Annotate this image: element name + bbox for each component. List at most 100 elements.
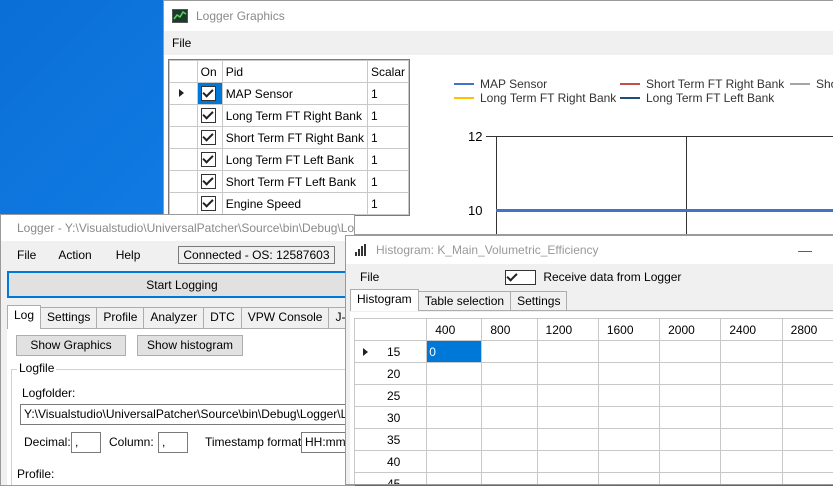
histogram-cell[interactable]	[427, 363, 482, 385]
histogram-row[interactable]: 40	[355, 451, 833, 473]
row-header[interactable]: 20	[355, 363, 427, 385]
pid-scalar[interactable]: 1	[367, 149, 408, 171]
histogram-cell[interactable]	[721, 363, 782, 385]
tab-vpw-console[interactable]: VPW Console	[241, 307, 330, 328]
histogram-menu-file[interactable]: File	[346, 270, 387, 284]
column-header[interactable]: 1200	[537, 319, 598, 341]
pid-name[interactable]: MAP Sensor	[222, 83, 367, 105]
receive-data-checkbox[interactable]	[505, 270, 536, 285]
pid-name[interactable]: Short Term FT Right Bank	[222, 127, 367, 149]
histogram-row[interactable]: 15 0	[355, 341, 833, 363]
histogram-cell[interactable]	[660, 451, 721, 473]
histogram-cell[interactable]	[482, 473, 537, 486]
row-header[interactable]: 15	[355, 341, 427, 363]
pid-scalar[interactable]: 1	[367, 105, 408, 127]
pid-on-checkbox[interactable]	[197, 83, 222, 105]
histogram-cell[interactable]: 0	[427, 341, 482, 363]
histogram-cell[interactable]	[427, 473, 482, 486]
pid-row[interactable]: Short Term FT Right Bank 1	[170, 127, 409, 149]
column-header[interactable]: 400	[427, 319, 482, 341]
histogram-cell[interactable]	[598, 451, 659, 473]
histogram-cell[interactable]	[782, 429, 833, 451]
column-header[interactable]: 2800	[782, 319, 833, 341]
histogram-cell[interactable]	[537, 473, 598, 486]
graphics-menu-file[interactable]: File	[164, 36, 199, 50]
graph-area[interactable]: MAP Sensor Short Term FT Right Bank Sho …	[416, 59, 833, 234]
histogram-cell[interactable]	[721, 341, 782, 363]
histogram-row[interactable]: 25	[355, 385, 833, 407]
tab-settings[interactable]: Settings	[40, 307, 97, 328]
pid-row[interactable]: Engine Speed 1	[170, 193, 409, 215]
histogram-cell[interactable]	[660, 385, 721, 407]
column-header[interactable]: 2400	[721, 319, 782, 341]
show-graphics-button[interactable]: Show Graphics	[16, 335, 126, 356]
pid-name[interactable]: Engine Speed	[222, 193, 367, 215]
histogram-cell[interactable]	[721, 407, 782, 429]
row-selector[interactable]	[170, 193, 198, 215]
col-scalar[interactable]: Scalar	[367, 61, 408, 83]
histogram-cell[interactable]	[782, 451, 833, 473]
histogram-cell[interactable]	[782, 341, 833, 363]
histogram-cell[interactable]	[660, 407, 721, 429]
histogram-row[interactable]: 20	[355, 363, 833, 385]
pid-name[interactable]: Long Term FT Left Bank	[222, 149, 367, 171]
row-header[interactable]: 25	[355, 385, 427, 407]
histogram-cell[interactable]	[598, 429, 659, 451]
row-selector[interactable]	[170, 105, 198, 127]
logger-titlebar[interactable]: Logger - Y:\Visualstudio\UniversalPatche…	[1, 215, 354, 241]
histogram-cell[interactable]	[660, 429, 721, 451]
histogram-cell[interactable]	[598, 407, 659, 429]
row-selector[interactable]	[170, 171, 198, 193]
histogram-cell[interactable]	[482, 407, 537, 429]
tab-analyzer[interactable]: Analyzer	[143, 307, 204, 328]
histogram-cell[interactable]	[782, 407, 833, 429]
logger-menu-help[interactable]: Help	[104, 248, 153, 262]
histogram-cell[interactable]	[427, 429, 482, 451]
histogram-cell[interactable]	[482, 429, 537, 451]
graphics-titlebar[interactable]: Logger Graphics	[164, 1, 833, 31]
histogram-row[interactable]: 30	[355, 407, 833, 429]
column-header[interactable]: 2000	[660, 319, 721, 341]
column-separator-input[interactable]: ,	[158, 432, 188, 453]
pid-scalar[interactable]: 1	[367, 193, 408, 215]
histogram-cell[interactable]	[598, 385, 659, 407]
histogram-cell[interactable]	[482, 385, 537, 407]
logger-menu-action[interactable]: Action	[46, 248, 103, 262]
histogram-row[interactable]: 45	[355, 473, 833, 486]
row-header[interactable]: 35	[355, 429, 427, 451]
minimize-icon[interactable]: —	[798, 242, 812, 258]
tab-log[interactable]: Log	[7, 305, 41, 329]
tab-histogram-settings[interactable]: Settings	[510, 291, 567, 310]
histogram-cell[interactable]	[782, 363, 833, 385]
show-histogram-button[interactable]: Show histogram	[137, 335, 243, 356]
pid-scalar[interactable]: 1	[367, 127, 408, 149]
row-header[interactable]: 45	[355, 473, 427, 486]
histogram-row[interactable]: 35	[355, 429, 833, 451]
pid-on-checkbox[interactable]	[197, 105, 222, 127]
histogram-cell[interactable]	[537, 363, 598, 385]
column-header[interactable]: 800	[482, 319, 537, 341]
histogram-cell[interactable]	[598, 363, 659, 385]
pid-row[interactable]: Long Term FT Right Bank 1	[170, 105, 409, 127]
start-logging-button[interactable]: Start Logging	[7, 271, 355, 298]
histogram-cell[interactable]	[427, 385, 482, 407]
pid-row[interactable]: Short Term FT Left Bank 1	[170, 171, 409, 193]
histogram-cell[interactable]	[660, 341, 721, 363]
column-header[interactable]: 1600	[598, 319, 659, 341]
histogram-cell[interactable]	[537, 341, 598, 363]
pid-name[interactable]: Short Term FT Left Bank	[222, 171, 367, 193]
histogram-cell[interactable]	[721, 429, 782, 451]
pid-on-checkbox[interactable]	[197, 193, 222, 215]
histogram-cell[interactable]	[782, 473, 833, 486]
histogram-cell[interactable]	[721, 385, 782, 407]
pid-scalar[interactable]: 1	[367, 83, 408, 105]
pid-scalar[interactable]: 1	[367, 171, 408, 193]
tab-profile[interactable]: Profile	[96, 307, 144, 328]
col-on[interactable]: On	[197, 61, 222, 83]
histogram-cell[interactable]	[482, 363, 537, 385]
pid-name[interactable]: Long Term FT Right Bank	[222, 105, 367, 127]
histogram-cell[interactable]	[598, 341, 659, 363]
col-pid[interactable]: Pid	[222, 61, 367, 83]
histogram-cell[interactable]	[782, 385, 833, 407]
histogram-cell[interactable]	[660, 363, 721, 385]
